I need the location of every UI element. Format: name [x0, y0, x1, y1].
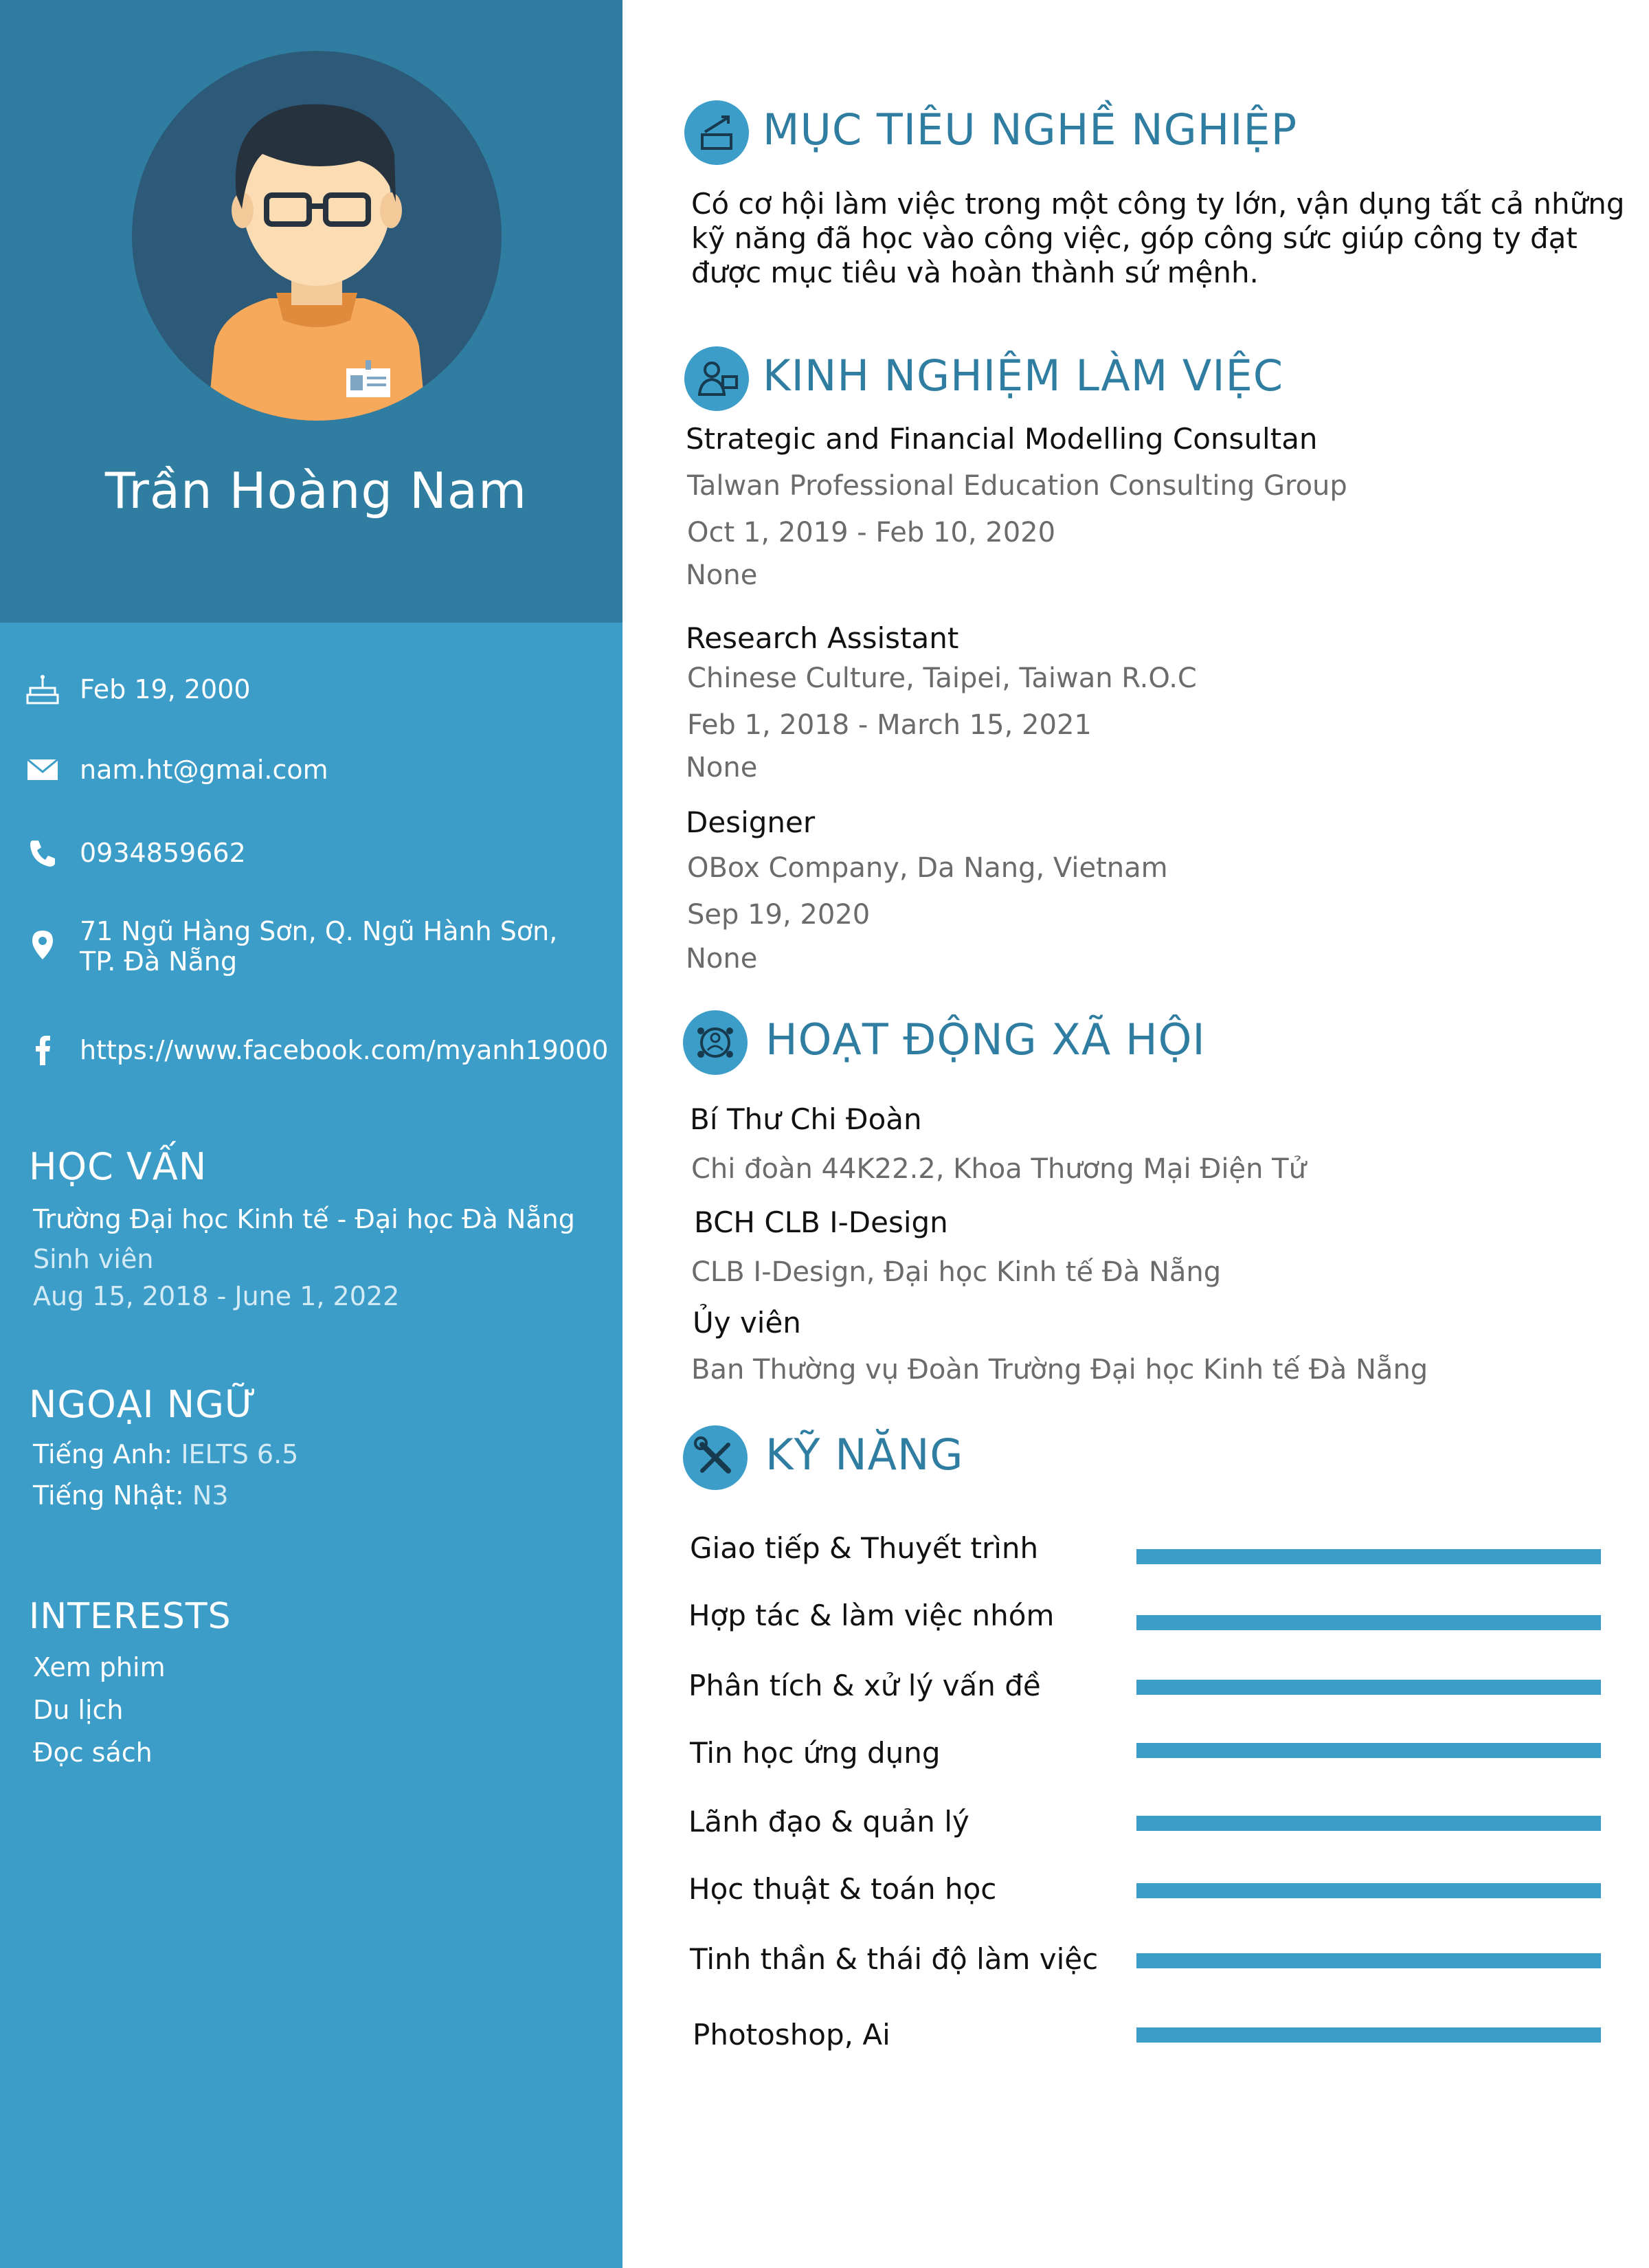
skill-name: Giao tiếp & Thuyết trình [690, 1531, 1039, 1565]
activities-title: HOẠT ĐỘNG XÃ HỘI [765, 1014, 1206, 1065]
language-item: Tiếng Nhật: N3 [33, 1480, 228, 1511]
address-line-1: 71 Ngũ Hàng Sơn, Q. Ngũ Hành Sơn, [80, 916, 558, 946]
sidebar: Trần Hoàng Nam Feb 19, 2000 nam.ht@gmai.… [0, 0, 622, 2268]
skill-bar [1136, 2027, 1601, 2043]
profile-name: Trần Hoàng Nam [104, 462, 528, 520]
activity-role: Bí Thư Chi Đoàn [690, 1102, 922, 1136]
skill-bar-fill [1136, 1615, 1601, 1630]
envelope-icon [25, 754, 60, 786]
address-line-2: TP. Đà Nẵng [80, 946, 238, 977]
skill-name: Lãnh đạo & quản lý [688, 1805, 969, 1838]
skill-bar [1136, 1883, 1601, 1898]
interest-item: Du lịch [33, 1695, 124, 1725]
activity-org: CLB I-Design, Đại học Kinh tế Đà Nẵng [691, 1256, 1222, 1288]
job-title: Designer [686, 805, 816, 839]
interest-item: Đọc sách [33, 1737, 153, 1768]
skill-bar [1136, 1816, 1601, 1831]
job-title: Research Assistant [686, 621, 959, 655]
objective-title: MỤC TIÊU NGHỀ NGHIỆP [763, 104, 1298, 155]
location-pin-icon [25, 929, 60, 961]
job-org: OBox Company, Da Nang, Vietnam [687, 852, 1168, 884]
job-org: Talwan Professional Education Consulting… [687, 470, 1347, 502]
job-period: Oct 1, 2019 - Feb 10, 2020 [687, 517, 1056, 548]
skill-name: Học thuật & toán học [688, 1872, 997, 1906]
skill-bar-fill [1136, 1816, 1601, 1831]
job-title: Strategic and Financial Modelling Consul… [686, 422, 1318, 456]
tools-icon [683, 1425, 748, 1490]
facebook-link[interactable]: https://www.facebook.com/myanh19000 [80, 1034, 608, 1066]
job-org: Chinese Culture, Taipei, Taiwan R.O.C [687, 663, 1197, 694]
skill-name: Phân tích & xử lý vấn đề [688, 1669, 1041, 1702]
birthday-cake-icon [25, 674, 60, 705]
skill-name: Tin học ứng dụng [690, 1736, 941, 1770]
education-school: Trường Đại học Kinh tế - Đại học Đà Nẵng [33, 1204, 575, 1234]
birthday-text: Feb 19, 2000 [80, 674, 251, 704]
job-note: None [686, 752, 758, 783]
skill-bar [1136, 1743, 1601, 1758]
skill-bar-fill [1136, 2027, 1601, 2043]
community-icon [683, 1010, 748, 1075]
interests-heading: INTERESTS [29, 1596, 232, 1637]
language-label: Tiếng Anh: [33, 1439, 173, 1469]
activity-role: BCH CLB I-Design [694, 1205, 948, 1239]
job-note: None [686, 559, 758, 591]
skill-bar-fill [1136, 1680, 1601, 1695]
facebook-icon [25, 1034, 60, 1066]
skill-bar [1136, 1680, 1601, 1695]
phone-text[interactable]: 0934859662 [80, 837, 246, 869]
job-note: None [686, 943, 758, 975]
contact-address: 71 Ngũ Hàng Sơn, Q. Ngũ Hành Sơn, TP. Đà… [25, 915, 616, 979]
education-role: Sinh viên [33, 1244, 154, 1274]
objective-text: Có cơ hội làm việc trong một công ty lớn… [691, 187, 1625, 289]
skill-bar [1136, 1549, 1601, 1564]
email-link[interactable]: nam.ht@gmai.com [80, 754, 328, 786]
activity-org: Ban Thường vụ Đoàn Trường Đại học Kinh t… [691, 1354, 1428, 1386]
job-period: Sep 19, 2020 [687, 899, 871, 931]
objective-icon [684, 100, 749, 165]
experience-title: KINH NGHIỆM LÀM VIỆC [763, 351, 1284, 401]
avatar [132, 51, 502, 421]
briefcase-user-icon [684, 346, 749, 411]
job-period: Feb 1, 2018 - March 15, 2021 [687, 709, 1092, 741]
activity-role: Ủy viên [693, 1306, 801, 1339]
language-value: IELTS 6.5 [181, 1439, 299, 1469]
skill-bar-fill [1136, 1549, 1601, 1564]
skill-bar-fill [1136, 1883, 1601, 1898]
skill-name: Tinh thần & thái độ làm việc [690, 1942, 1099, 1976]
phone-icon [25, 837, 60, 869]
interest-item: Xem phim [33, 1652, 166, 1682]
skill-name: Photoshop, Ai [693, 2018, 890, 2052]
skill-bar [1136, 1953, 1601, 1968]
language-item: Tiếng Anh: IELTS 6.5 [33, 1439, 298, 1469]
activity-org: Chi đoàn 44K22.2, Khoa Thương Mại Điện T… [691, 1153, 1306, 1185]
education-heading: HỌC VẤN [29, 1145, 207, 1188]
skill-bar [1136, 1615, 1601, 1630]
language-value: N3 [192, 1480, 229, 1511]
skill-name: Hợp tác & làm việc nhóm [688, 1599, 1055, 1632]
language-label: Tiếng Nhật: [33, 1480, 184, 1511]
skill-bar-fill [1136, 1953, 1601, 1968]
languages-heading: NGOẠI NGỮ [29, 1383, 258, 1426]
education-period: Aug 15, 2018 - June 1, 2022 [33, 1281, 400, 1311]
skills-title: KỸ NĂNG [765, 1430, 964, 1480]
skill-bar-fill [1136, 1743, 1601, 1758]
profile-header: Trần Hoàng Nam [0, 0, 622, 623]
